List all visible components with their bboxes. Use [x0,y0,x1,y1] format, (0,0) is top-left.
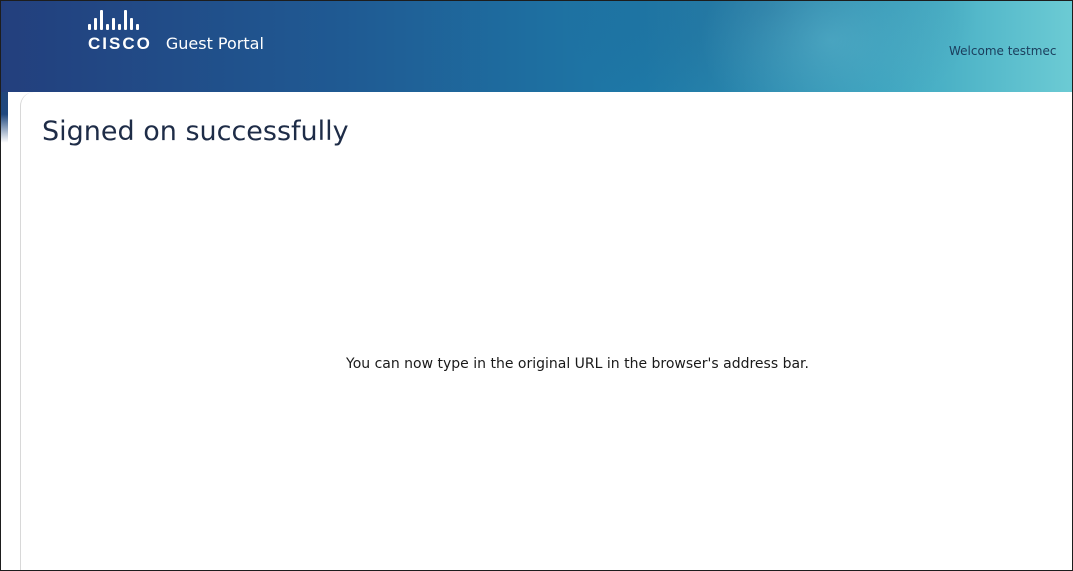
content-panel [20,92,1073,571]
portal-title: Guest Portal [165,34,264,53]
guest-portal-page: CISCO Guest Portal Welcome testmec Signe… [0,0,1073,571]
brand-wordmark: CISCO [88,34,152,53]
header-highlight [700,0,960,92]
brand-row: CISCO Guest Portal [88,34,264,54]
cisco-bars-icon [88,10,139,30]
portal-header: CISCO Guest Portal Welcome testmec [0,0,1073,92]
page-title: Signed on successfully [42,116,349,147]
instruction-message: You can now type in the original URL in … [346,356,809,372]
cisco-logo: CISCO Guest Portal [88,10,264,54]
welcome-message: Welcome testmec [949,44,1057,58]
